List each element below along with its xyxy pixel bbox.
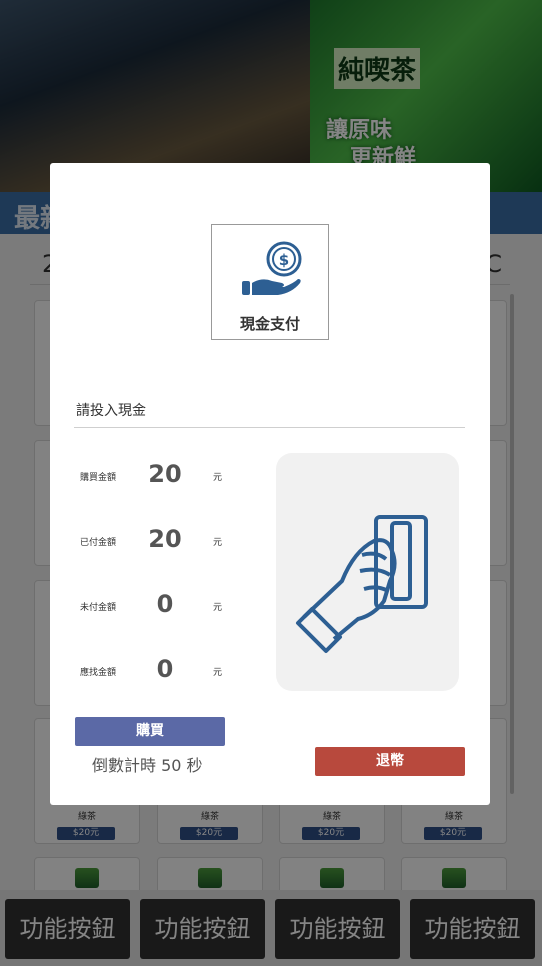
- unpaid-amount-value: 0: [156, 590, 174, 618]
- divider: [74, 427, 465, 428]
- countdown-timer: 倒數計時 50 秒: [92, 756, 203, 775]
- purchase-amount-unit: 元: [213, 473, 223, 483]
- buy-button[interactable]: 購買: [75, 717, 225, 746]
- refund-coins-button[interactable]: 退幣: [315, 747, 465, 776]
- paid-amount-unit: 元: [213, 538, 223, 548]
- purchase-amount-value: 20: [148, 460, 182, 488]
- change-amount-value: 0: [156, 655, 174, 683]
- svg-text:$: $: [279, 251, 289, 269]
- change-amount-label: 應找金額: [80, 668, 117, 678]
- unpaid-amount-unit: 元: [213, 603, 223, 613]
- vending-screen: 純喫茶 讓原味 更新鮮 最新 2 C 綠茶 $20元 綠茶 $20元 綠茶: [0, 0, 542, 966]
- paid-amount-value: 20: [148, 525, 182, 553]
- insert-cash-prompt: 請投入現金: [76, 403, 146, 419]
- insert-illustration: [276, 453, 459, 691]
- payment-method-cash[interactable]: $ 現金支付: [211, 224, 329, 340]
- paid-amount-label: 已付金額: [80, 538, 117, 548]
- unpaid-amount-label: 未付金額: [80, 603, 117, 613]
- payment-method-label: 現金支付: [239, 315, 300, 333]
- payment-modal: $ 現金支付 請投入現金 購買金額 20 元 已付金額 20 元 未付金額 0 …: [50, 163, 490, 805]
- cash-coin-hand-icon: $: [242, 241, 302, 295]
- hand-inserting-card-icon: [296, 515, 428, 653]
- purchase-amount-label: 購買金額: [80, 473, 117, 483]
- change-amount-unit: 元: [213, 668, 223, 678]
